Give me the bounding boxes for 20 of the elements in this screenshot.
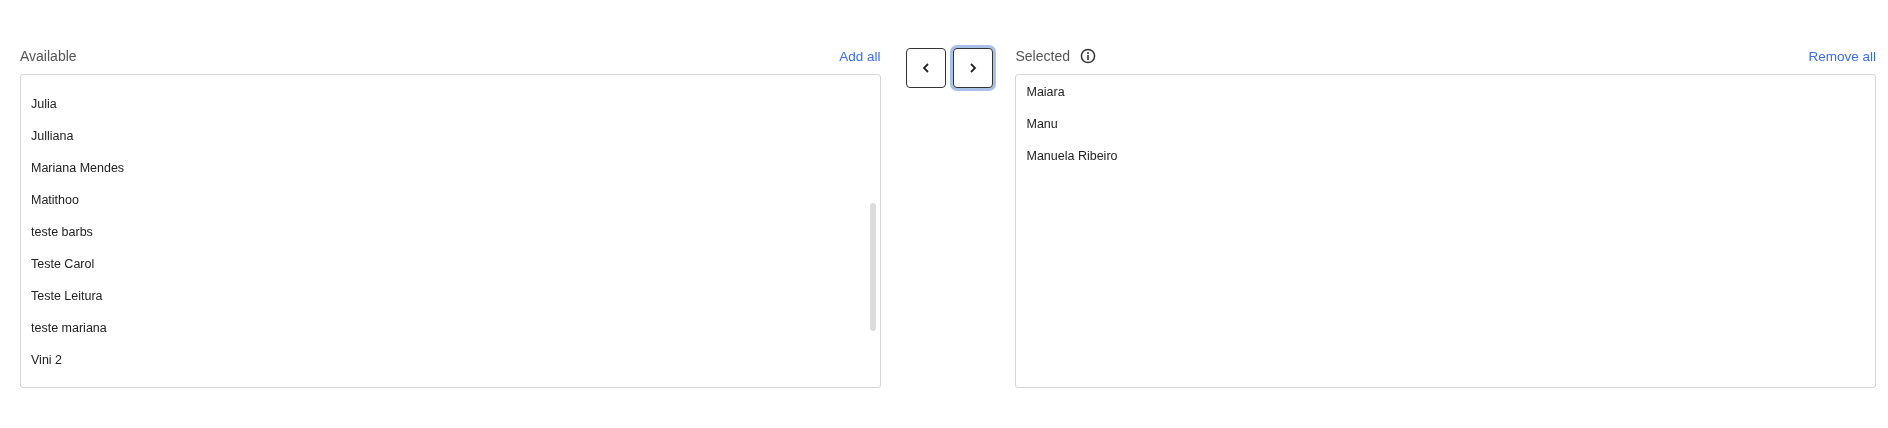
list-item[interactable]: Manu (1016, 108, 1058, 140)
list-item[interactable]: Julia (21, 88, 57, 120)
list-item[interactable]: Mariana Mendes (21, 152, 125, 184)
add-all-link[interactable]: Add all (839, 48, 881, 64)
move-left-button[interactable] (905, 48, 946, 88)
list-item[interactable]: Teste Leitura (21, 280, 103, 312)
available-label: Available (20, 48, 77, 64)
list-item[interactable]: Manuela Ribeiro (1016, 140, 1118, 172)
list-item[interactable]: Julliana (21, 120, 74, 152)
list-item[interactable]: Teste Carol (21, 248, 95, 280)
list-item[interactable]: teste mariana (21, 312, 107, 344)
list-item[interactable]: teste barbs (21, 216, 93, 248)
list-item[interactable]: Maiara (1016, 76, 1065, 108)
selected-label: Selected (1015, 48, 1070, 64)
move-right-button[interactable] (952, 48, 993, 88)
info-icon[interactable] (1079, 48, 1096, 64)
scrollbar[interactable] (869, 203, 876, 331)
remove-all-link[interactable]: Remove all (1808, 48, 1876, 64)
list-item[interactable]: Matithoo (21, 184, 79, 216)
list-item[interactable]: Vini 2 (21, 344, 63, 376)
